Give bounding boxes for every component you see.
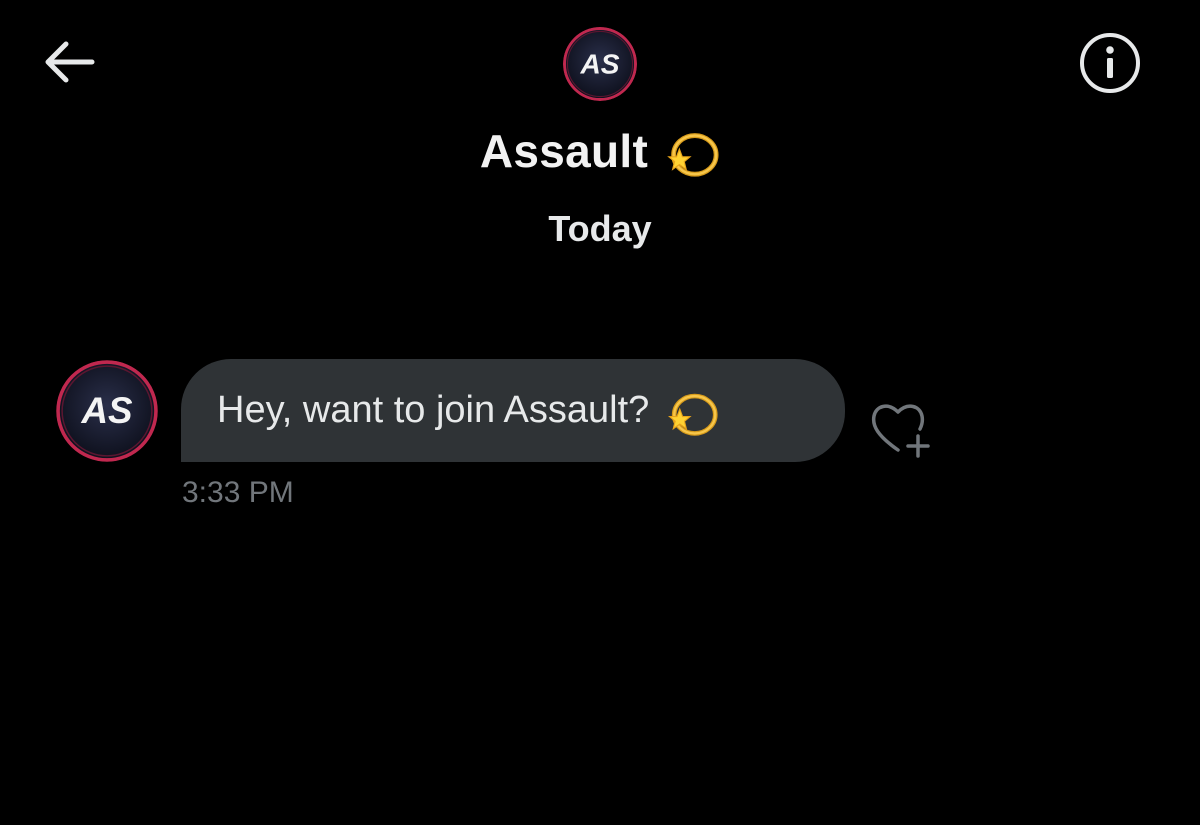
react-button[interactable] (868, 398, 934, 460)
date-separator: Today (548, 208, 652, 249)
message-timestamp: 3:33 PM (182, 476, 294, 509)
info-button[interactable] (1078, 31, 1142, 95)
conversation-header: Assault (0, 120, 1200, 182)
dizzy-emoji-icon (668, 393, 718, 436)
back-button[interactable] (40, 38, 96, 86)
message-text: Hey, want to join Assault? (217, 389, 650, 431)
arrow-left-icon (45, 41, 95, 83)
sender-avatar[interactable]: AS (56, 360, 158, 462)
dizzy-emoji-icon (667, 133, 719, 177)
heart-plus-icon (871, 404, 930, 458)
svg-text:AS: AS (579, 49, 619, 80)
info-circle-icon (1080, 33, 1140, 93)
conversation-avatar[interactable]: AS (563, 27, 637, 101)
message-bubble[interactable]: Hey, want to join Assault? (181, 359, 845, 462)
conversation-title: Assault (479, 125, 649, 177)
svg-text:AS: AS (80, 390, 133, 431)
